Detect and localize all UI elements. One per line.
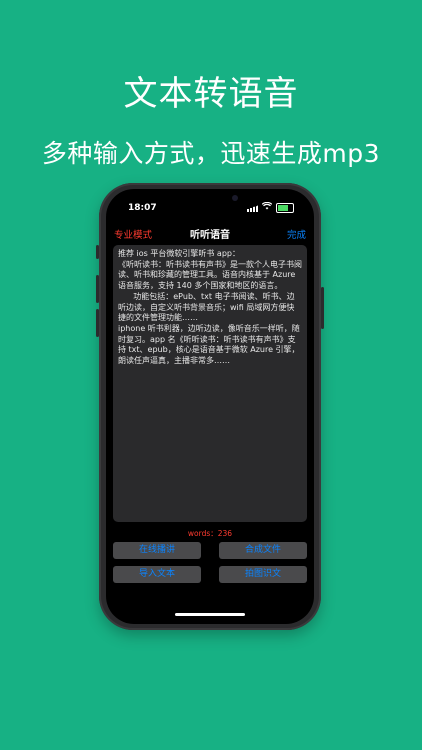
word-count: words：236 bbox=[187, 529, 233, 538]
status-time: 18:07 bbox=[128, 203, 157, 213]
battery-icon bbox=[276, 202, 294, 213]
page-title: 听听语音 bbox=[190, 230, 230, 241]
text-paragraph: iphone 听书利器，边听边读，像听音乐一样听，随时复习。app 名《听听读书… bbox=[118, 323, 300, 366]
done-button[interactable]: 完成 bbox=[287, 227, 306, 241]
power-button bbox=[321, 287, 324, 329]
nav-bar: 专业模式 听听语音 完成 bbox=[106, 223, 314, 245]
text-paragraph: 功能包括：ePub、txt 电子书阅读、听书、边听边读，自定义听书背景音乐；wi… bbox=[118, 291, 295, 323]
phone-screen: 18:07 专业模式 听听语音 完成 推荐 ios 平台微软引擎听书 app： … bbox=[106, 189, 314, 624]
camera-icon bbox=[232, 195, 238, 201]
text-editor[interactable]: 推荐 ios 平台微软引擎听书 app： 《听听读书：听书读书有声书》是一款个人… bbox=[113, 245, 307, 522]
volume-up-button bbox=[96, 275, 99, 303]
promo-title: 文本转语音 bbox=[123, 74, 299, 114]
text-paragraph: 《听听读书：听书读书有声书》是一款个人电子书阅读、听书和珍藏的管理工具。语音内核… bbox=[118, 259, 302, 291]
photo-ocr-button[interactable]: 拍图识文 bbox=[219, 566, 307, 583]
synthesize-file-button[interactable]: 合成文件 bbox=[219, 542, 307, 559]
import-text-button[interactable]: 导入文本 bbox=[113, 566, 201, 583]
volume-down-button bbox=[96, 309, 99, 337]
promo-subtitle: 多种输入方式，迅速生成mp3 bbox=[41, 139, 381, 168]
text-paragraph: 推荐 ios 平台微软引擎听书 app： bbox=[118, 249, 240, 258]
notch bbox=[156, 189, 264, 207]
mute-switch bbox=[96, 245, 99, 259]
wifi-icon bbox=[261, 201, 273, 213]
online-read-button[interactable]: 在线播讲 bbox=[113, 542, 201, 559]
phone-frame: 18:07 专业模式 听听语音 完成 推荐 ios 平台微软引擎听书 app： … bbox=[96, 183, 324, 630]
home-indicator[interactable] bbox=[175, 613, 245, 616]
